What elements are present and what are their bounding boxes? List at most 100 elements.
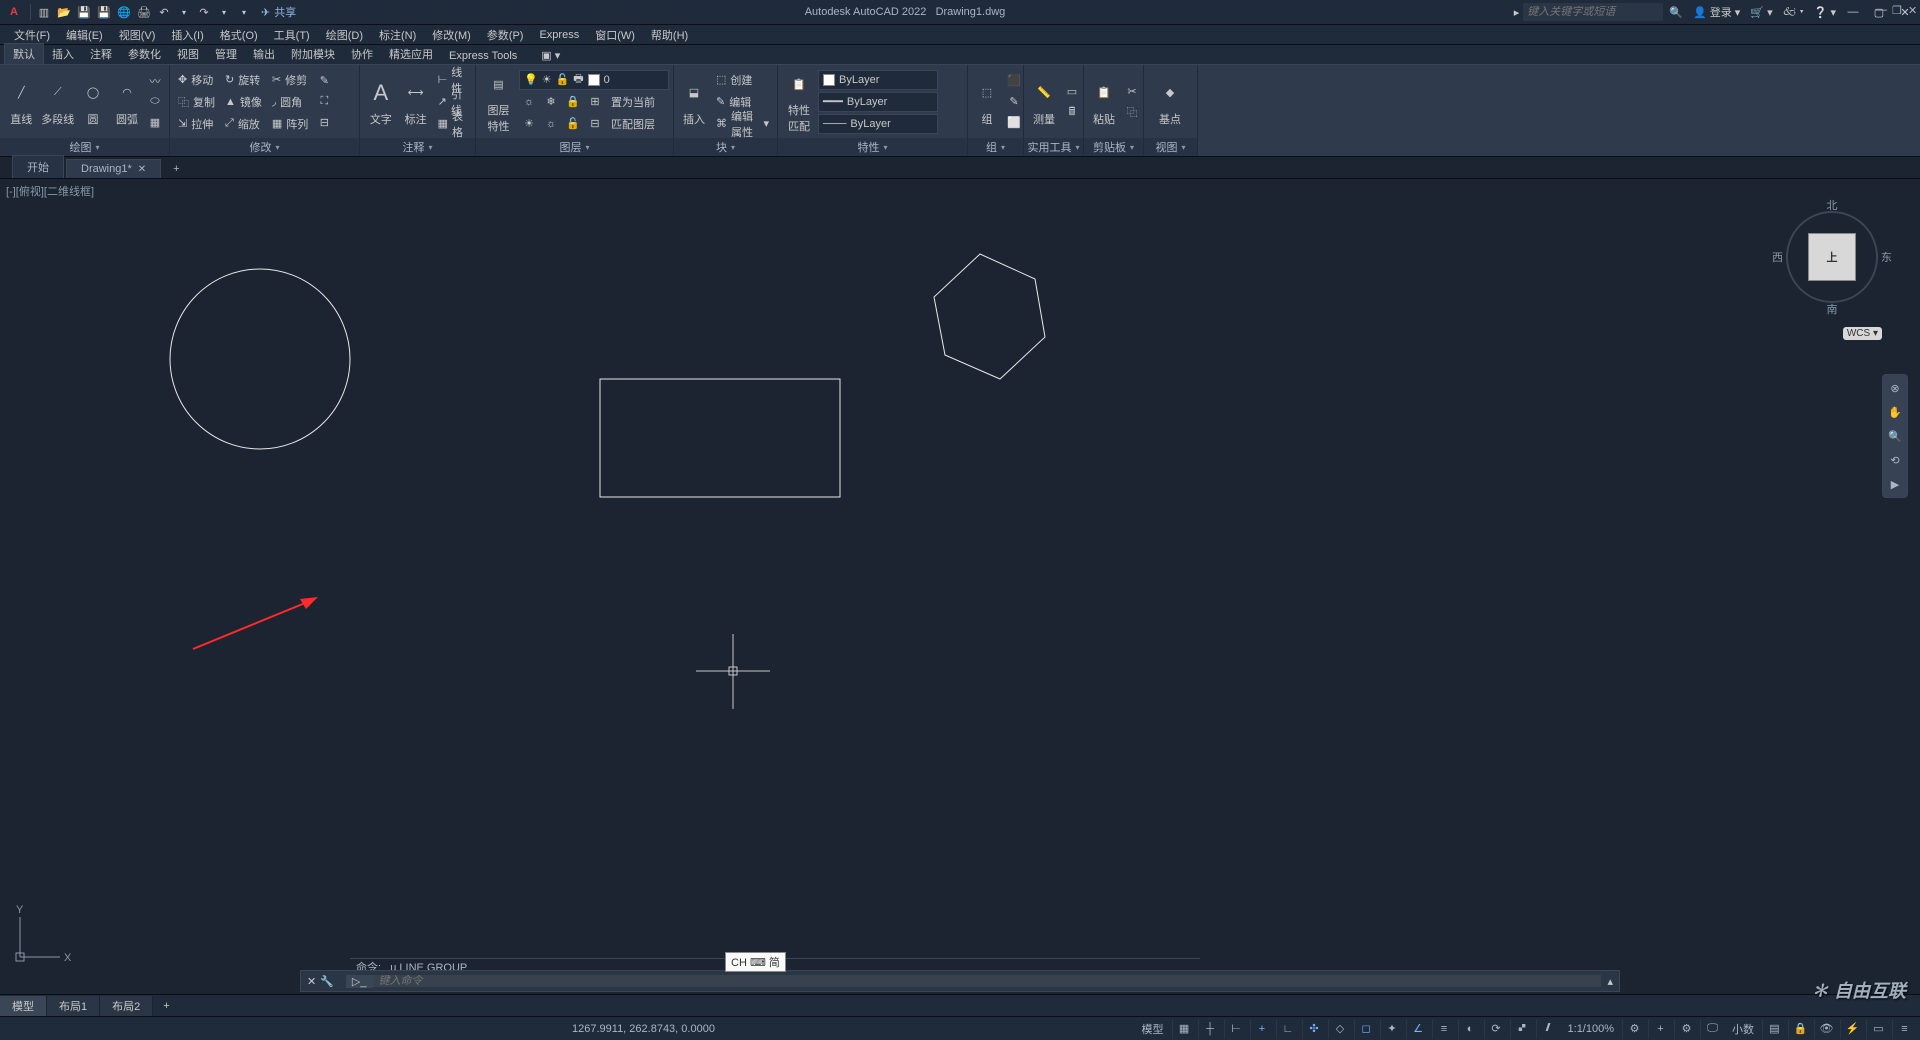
polyline-button[interactable]: ⟋多段线 (41, 70, 76, 134)
status-isolate-icon[interactable]: 👁 (1814, 1019, 1838, 1039)
menu-format[interactable]: 格式(O) (214, 27, 264, 43)
group-edit-icon[interactable]: ✎ (1004, 92, 1024, 112)
panel-title-view[interactable]: 视图 (1144, 138, 1197, 156)
app-logo[interactable]: A (4, 3, 24, 21)
status-clean-icon[interactable]: ▭ (1866, 1019, 1890, 1039)
status-lockui-icon[interactable]: 🔒 (1788, 1019, 1812, 1039)
layer-props-button[interactable]: ▤图层 特性 (480, 70, 517, 134)
linetype-combo[interactable]: ───ByLayer (818, 114, 938, 134)
edit-attr-button[interactable]: ⌘ 编辑属性 ▾ (712, 114, 773, 134)
layer-off-icon[interactable]: ☼ (519, 92, 539, 112)
nav-showmotion-icon[interactable]: ▶ (1886, 475, 1904, 493)
status-cycling-icon[interactable]: ⟳ (1484, 1019, 1508, 1039)
status-monitor-icon[interactable]: 🖵 (1700, 1019, 1724, 1039)
insert-block-button[interactable]: ⬓插入 (678, 70, 710, 134)
plot-icon[interactable]: 🖨 (135, 3, 153, 21)
menu-insert[interactable]: 插入(I) (165, 27, 209, 43)
help-icon[interactable]: ❔ ▾ (1814, 6, 1836, 19)
status-lwt-icon[interactable]: ≡ (1432, 1019, 1456, 1039)
status-transparency-icon[interactable]: ◐ (1458, 1019, 1482, 1039)
status-infer-icon[interactable]: ⊢ (1224, 1019, 1248, 1039)
mirror-button[interactable]: ▲ 镜像 (221, 92, 266, 112)
status-osnap-icon[interactable]: ◻ (1354, 1019, 1378, 1039)
open-icon[interactable]: 📂 (55, 3, 73, 21)
copy-button[interactable]: ⿻ 复制 (174, 92, 219, 112)
cmdline-wrench-icon[interactable]: 🔧 (320, 975, 334, 988)
saveas-icon[interactable]: 💾 (95, 3, 113, 21)
shape-circle[interactable] (170, 269, 350, 449)
shape-hexagon[interactable] (934, 254, 1045, 379)
menu-window[interactable]: 窗口(W) (589, 27, 641, 43)
trim-button[interactable]: ✂ 修剪 (268, 70, 312, 90)
undo-icon[interactable]: ↶ (155, 3, 173, 21)
group-button[interactable]: ⬚组 (972, 70, 1002, 134)
erase-icon[interactable]: ✎ (314, 71, 334, 91)
status-iso-icon[interactable]: ◇ (1328, 1019, 1352, 1039)
menu-edit[interactable]: 编辑(E) (60, 27, 109, 43)
viewcube-south[interactable]: 南 (1827, 301, 1838, 317)
ribbon-tab-insert[interactable]: 插入 (44, 44, 82, 64)
status-model-button[interactable]: 模型 (1136, 1021, 1170, 1037)
spline-icon[interactable]: 〰 (145, 71, 165, 91)
status-hwacc-icon[interactable]: ⚡ (1840, 1019, 1864, 1039)
status-ortho-icon[interactable]: ∟ (1276, 1019, 1300, 1039)
create-block-button[interactable]: ⬚ 创建 (712, 70, 773, 90)
status-units[interactable]: 小数 (1726, 1021, 1760, 1037)
share-button[interactable]: ✈共享 (261, 4, 296, 20)
layer-lock-icon[interactable]: 🔒 (563, 92, 583, 112)
status-annomon-icon[interactable]: 🙾 (1510, 1019, 1534, 1039)
openweb-icon[interactable]: 🌐 (115, 3, 133, 21)
status-dynamic-icon[interactable]: + (1250, 1019, 1274, 1039)
ribbon-tab-end[interactable]: ▣ ▾ (533, 47, 568, 64)
cmdline-up-icon[interactable]: ▴ (1601, 975, 1619, 988)
layer-on-icon[interactable]: ☀ (519, 114, 539, 134)
lineweight-combo[interactable]: ━━━ByLayer (818, 92, 938, 112)
layer-combo[interactable]: 💡☀🔓🖶0 (519, 70, 669, 90)
status-polar-icon[interactable]: ✣ (1302, 1019, 1326, 1039)
status-gear-icon[interactable]: ⚙ (1622, 1019, 1646, 1039)
text-button[interactable]: A文字 (364, 70, 398, 134)
status-coords[interactable]: 1267.9911, 262.8743, 0.0000 (572, 1023, 715, 1035)
panel-title-block[interactable]: 块 (674, 138, 777, 156)
autodesk-icon[interactable]: 🙵 ▾ (1783, 3, 1804, 22)
nav-pan-icon[interactable]: ✋ (1886, 403, 1904, 421)
viewcube[interactable]: 北 南 东 西 上 (1772, 197, 1892, 317)
array-button[interactable]: ▦ 阵列 (268, 114, 312, 134)
status-snapmode-icon[interactable]: ┼ (1198, 1019, 1222, 1039)
hatch-icon[interactable]: ▦ (145, 113, 165, 133)
panel-title-clipboard[interactable]: 剪贴板 (1084, 138, 1143, 156)
signin-button[interactable]: 👤 登录 ▾ (1693, 4, 1740, 20)
nav-zoom-icon[interactable]: 🔍 (1886, 427, 1904, 445)
panel-title-modify[interactable]: 修改 (170, 138, 359, 156)
doctab-add[interactable]: + (163, 160, 189, 178)
infocenter-arrow[interactable]: ▸ (1514, 6, 1520, 19)
panel-title-layer[interactable]: 图层 (476, 138, 673, 156)
qat-dropdown[interactable] (235, 8, 253, 17)
set-current-button[interactable]: 置为当前 (607, 92, 659, 112)
doc-restore[interactable]: ❐ (1886, 4, 1900, 17)
panel-title-annotate[interactable]: 注释 (360, 138, 475, 156)
ime-indicator[interactable]: CH ⌨ 简 (725, 952, 786, 972)
ribbon-tab-addins[interactable]: 附加模块 (283, 44, 343, 64)
status-scale[interactable]: 1:1/100% (1562, 1023, 1620, 1035)
layout-tab-model[interactable]: 模型 (0, 996, 47, 1016)
select-icon[interactable]: ▭ (1062, 81, 1082, 101)
ribbon-tab-featured[interactable]: 精选应用 (381, 44, 441, 64)
drawing-canvas[interactable]: [-][俯视][二维线框] 北 南 东 西 上 WCS ▾ ⊗ ✋ 🔍 ⟲ ▶ (0, 179, 1920, 994)
menu-tools[interactable]: 工具(T) (268, 27, 316, 43)
dimension-button[interactable]: ⟷标注 (400, 70, 432, 134)
menu-draw[interactable]: 绘图(D) (320, 27, 369, 43)
doc-minimize[interactable]: — (1870, 4, 1884, 17)
menu-help[interactable]: 帮助(H) (645, 27, 694, 43)
command-input[interactable] (373, 975, 1602, 987)
move-button[interactable]: ✥ 移动 (174, 70, 219, 90)
status-grid-icon[interactable]: ▦ (1172, 1019, 1196, 1039)
nav-fullnav-icon[interactable]: ⊗ (1886, 379, 1904, 397)
redo-dropdown[interactable] (215, 8, 233, 17)
undo-dropdown[interactable] (175, 8, 193, 17)
status-custom-icon[interactable]: ≡ (1892, 1019, 1916, 1039)
viewcube-top[interactable]: 上 (1808, 233, 1856, 281)
save-icon[interactable]: 💾 (75, 3, 93, 21)
ucs-icon[interactable]: Y X (14, 911, 74, 974)
redo-icon[interactable]: ↷ (195, 3, 213, 21)
